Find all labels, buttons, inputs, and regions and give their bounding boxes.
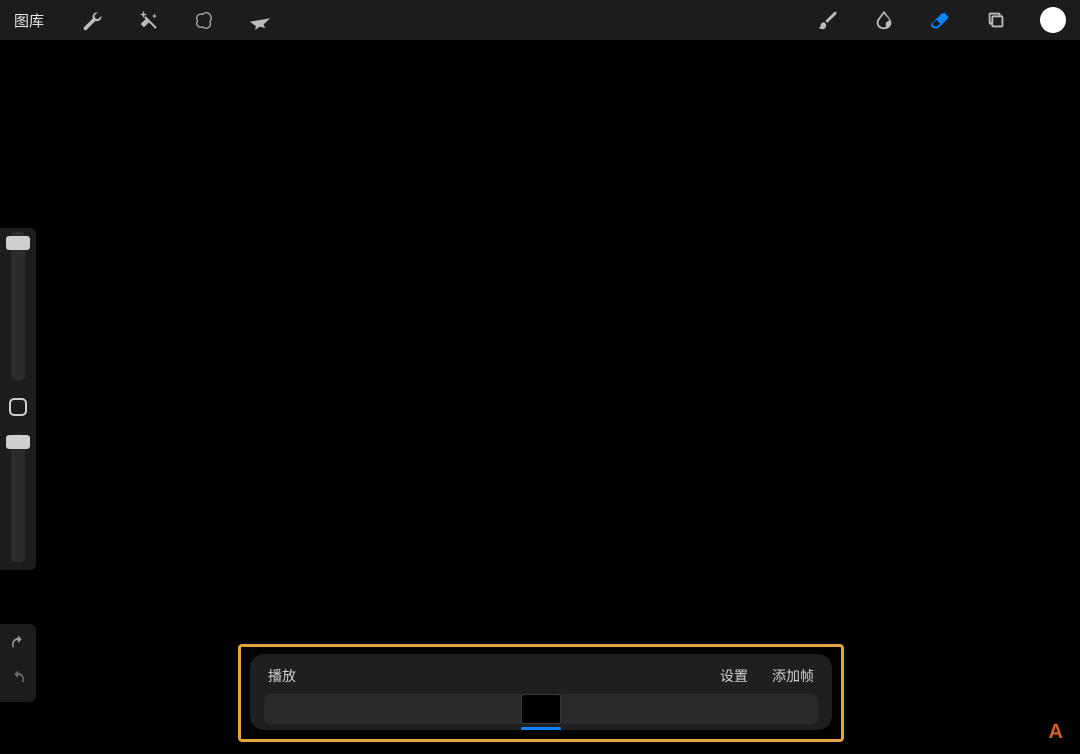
top-toolbar: 图库 [0, 0, 1080, 40]
layers-icon[interactable] [984, 8, 1008, 32]
frame-thumbnail[interactable] [521, 694, 561, 724]
smudge-icon[interactable] [872, 8, 896, 32]
toolbar-left-group: 图库 [14, 8, 272, 32]
animation-timeline[interactable] [264, 694, 818, 724]
move-arrow-icon[interactable] [248, 8, 272, 32]
redo-icon[interactable] [9, 669, 27, 692]
paint-brush-icon[interactable] [816, 8, 840, 32]
modify-button[interactable] [9, 398, 27, 416]
selection-icon[interactable] [192, 8, 216, 32]
toolbar-right-group [816, 7, 1066, 33]
watermark-a: A [1049, 721, 1062, 744]
current-color-chip[interactable] [1040, 7, 1066, 33]
brush-size-slider[interactable] [11, 232, 25, 380]
brush-sidebar [0, 228, 36, 570]
animation-panel-header: 播放 设置 添加帧 [264, 662, 818, 694]
animation-panel: 播放 设置 添加帧 [250, 654, 832, 730]
play-button[interactable]: 播放 [268, 666, 296, 686]
eraser-icon[interactable] [928, 8, 952, 32]
undo-redo-sidebar [0, 624, 36, 702]
magic-wand-icon[interactable] [136, 8, 160, 32]
current-frame-indicator [521, 727, 561, 730]
brush-opacity-thumb[interactable] [6, 435, 30, 449]
brush-opacity-slider[interactable] [11, 434, 25, 562]
animation-settings-button[interactable]: 设置 [720, 666, 748, 686]
brush-size-thumb[interactable] [6, 236, 30, 250]
add-frame-button[interactable]: 添加帧 [772, 666, 814, 686]
undo-icon[interactable] [9, 634, 27, 657]
gallery-button[interactable]: 图库 [14, 10, 44, 31]
wrench-icon[interactable] [80, 8, 104, 32]
